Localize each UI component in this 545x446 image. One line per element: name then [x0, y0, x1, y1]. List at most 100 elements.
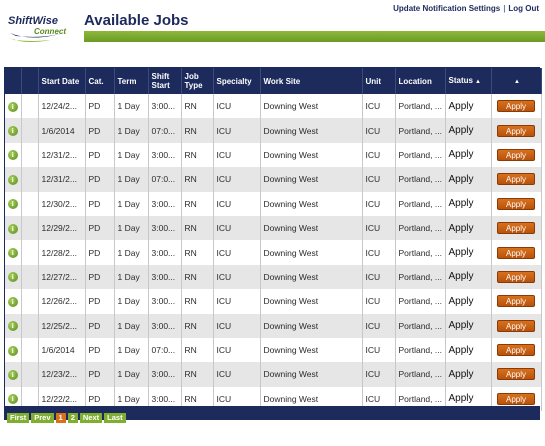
info-icon[interactable]: i: [7, 126, 18, 137]
apply-button[interactable]: Apply: [497, 100, 535, 113]
cell-status: Apply: [445, 337, 492, 363]
cell-blank: [21, 215, 39, 241]
info-icon[interactable]: i: [7, 296, 18, 307]
cell-category: PD: [85, 191, 115, 216]
table-row[interactable]: i 12/25/2... PD 1 Day 3:00... RN ICU Downing We…: [5, 313, 542, 338]
pager-page-2[interactable]: 2: [67, 413, 78, 423]
col-header-specialty[interactable]: Specialty: [213, 68, 261, 94]
table-row[interactable]: i 12/26/2... PD 1 Day 3:00... RN ICU Downing We…: [5, 289, 542, 314]
log-out-link[interactable]: Log Out: [508, 4, 539, 13]
cell-info: i: [5, 337, 22, 363]
cell-specialty: ICU: [213, 167, 261, 192]
col-header-term[interactable]: Term: [114, 68, 149, 94]
col-header-shift-start[interactable]: Shift Start: [148, 68, 182, 94]
cell-info: i: [5, 167, 22, 192]
table-row[interactable]: i 12/30/2... PD 1 Day 3:00... RN ICU Downing We…: [5, 191, 542, 216]
col-header-work-site[interactable]: Work Site: [260, 68, 363, 94]
col-header-start-date[interactable]: Start Date: [38, 68, 86, 94]
cell-action: Apply: [491, 313, 542, 338]
cell-term: 1 Day: [114, 289, 149, 314]
apply-button[interactable]: Apply: [497, 197, 535, 210]
apply-button[interactable]: Apply: [497, 295, 535, 308]
pager-next[interactable]: Next: [79, 413, 103, 423]
cell-location: Portland, ...: [395, 94, 446, 119]
cell-job-type: RN: [181, 167, 214, 192]
apply-button[interactable]: Apply: [497, 173, 535, 186]
apply-button[interactable]: Apply: [497, 222, 535, 235]
cell-shift-start: 3:00...: [148, 215, 182, 241]
table-row[interactable]: i 12/27/2... PD 1 Day 3:00... RN ICU Downing We…: [5, 264, 542, 290]
cell-job-type: RN: [181, 264, 214, 290]
table-row[interactable]: i 12/29/2... PD 1 Day 3:00... RN ICU Downing We…: [5, 215, 542, 241]
cell-action: Apply: [491, 264, 542, 290]
cell-action: Apply: [491, 142, 542, 168]
cell-work-site: Downing West: [260, 289, 363, 314]
cell-category: PD: [85, 142, 115, 168]
table-header-row: Start Date Cat. Term Shift Start Job Typ…: [5, 68, 542, 94]
apply-button[interactable]: Apply: [497, 270, 535, 283]
info-icon[interactable]: i: [7, 272, 18, 283]
cell-specialty: ICU: [213, 264, 261, 290]
apply-button[interactable]: Apply: [497, 319, 535, 332]
cell-blank: [21, 94, 39, 119]
info-icon[interactable]: i: [7, 321, 18, 332]
cell-action: Apply: [491, 215, 542, 241]
shiftwise-logo[interactable]: ShiftWise Connect: [4, 7, 80, 49]
pager-page-1[interactable]: 1: [55, 413, 66, 423]
cell-specialty: ICU: [213, 289, 261, 314]
apply-button[interactable]: Apply: [497, 344, 535, 357]
table-row[interactable]: i 12/28/2... PD 1 Day 3:00... RN ICU Downing We…: [5, 240, 542, 265]
cell-job-type: RN: [181, 118, 214, 143]
jobs-table-container: Start Date Cat. Term Shift Start Job Typ…: [4, 67, 542, 412]
col-header-unit[interactable]: Unit: [362, 68, 396, 94]
info-icon[interactable]: i: [7, 248, 18, 259]
info-icon[interactable]: i: [7, 199, 18, 210]
cell-unit: ICU: [362, 191, 396, 216]
col-header-action[interactable]: ▲: [491, 68, 542, 94]
cell-term: 1 Day: [114, 362, 149, 387]
cell-job-type: RN: [181, 191, 214, 216]
cell-unit: ICU: [362, 94, 396, 119]
info-icon[interactable]: i: [7, 174, 18, 185]
col-header-location[interactable]: Location: [395, 68, 446, 94]
table-row[interactable]: i 12/31/2... PD 1 Day 3:00... RN ICU Downing We…: [5, 142, 542, 168]
cell-job-type: RN: [181, 289, 214, 314]
apply-button[interactable]: Apply: [497, 148, 535, 161]
cell-shift-start: 3:00...: [148, 313, 182, 338]
cell-job-type: RN: [181, 94, 214, 119]
pager-last[interactable]: Last: [104, 413, 126, 423]
apply-button[interactable]: Apply: [497, 368, 535, 381]
cell-status: Apply: [445, 362, 492, 387]
col-header-job-type[interactable]: Job Type: [181, 68, 214, 94]
logo-text-bottom: Connect: [34, 27, 66, 36]
col-header-blank: [21, 68, 39, 94]
cell-job-type: RN: [181, 337, 214, 363]
apply-button[interactable]: Apply: [497, 246, 535, 259]
table-row[interactable]: i 12/23/2... PD 1 Day 3:00... RN ICU Downing We…: [5, 362, 542, 387]
update-notification-settings-link[interactable]: Update Notification Settings: [393, 4, 500, 13]
info-icon[interactable]: i: [7, 223, 18, 234]
cell-term: 1 Day: [114, 167, 149, 192]
cell-shift-start: 07:0...: [148, 167, 182, 192]
cell-job-type: RN: [181, 142, 214, 168]
apply-button[interactable]: Apply: [497, 392, 535, 405]
info-icon[interactable]: i: [7, 394, 18, 405]
table-row[interactable]: i 12/31/2... PD 1 Day 07:0... RN ICU Downing We…: [5, 167, 542, 192]
pager-first[interactable]: First: [7, 413, 30, 423]
info-icon[interactable]: i: [7, 101, 18, 112]
col-header-status[interactable]: Status ▲: [445, 68, 492, 94]
cell-work-site: Downing West: [260, 215, 363, 241]
cell-unit: ICU: [362, 337, 396, 363]
info-icon[interactable]: i: [7, 345, 18, 356]
info-icon[interactable]: i: [7, 369, 18, 380]
cell-blank: [21, 191, 39, 216]
table-row[interactable]: i 12/24/2... PD 1 Day 3:00... RN ICU Downing We…: [5, 94, 542, 119]
cell-shift-start: 3:00...: [148, 94, 182, 119]
col-header-category[interactable]: Cat.: [85, 68, 115, 94]
table-row[interactable]: i 1/6/2014 PD 1 Day 07:0... RN ICU Downing West…: [5, 118, 542, 143]
pager-prev[interactable]: Prev: [31, 413, 54, 423]
cell-work-site: Downing West: [260, 94, 363, 119]
apply-button[interactable]: Apply: [497, 124, 535, 137]
table-row[interactable]: i 1/6/2014 PD 1 Day 07:0... RN ICU Downing West…: [5, 337, 542, 363]
info-icon[interactable]: i: [7, 150, 18, 161]
